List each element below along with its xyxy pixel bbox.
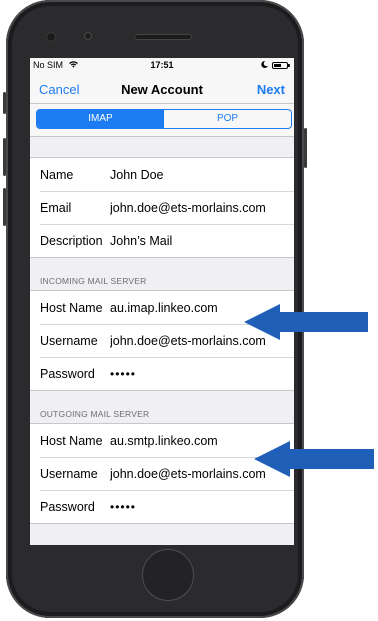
protocol-selector-bar: IMAP POP [30,104,294,137]
outgoing-header-text: OUTGOING MAIL SERVER [40,409,150,419]
description-row[interactable]: Description John’s Mail [30,224,294,257]
protocol-segmented-control: IMAP POP [36,109,292,129]
arrow-incoming-host-icon [244,304,368,340]
outgoing-password-label: Password [40,499,95,514]
status-indicators [261,60,290,70]
cancel-button[interactable]: Cancel [39,82,79,97]
segment-pop[interactable]: POP [164,110,291,128]
segment-imap[interactable]: IMAP [37,110,164,128]
volume-up-button [3,138,6,176]
incoming-password-row[interactable]: Password ••••• [30,357,294,390]
outgoing-username-label: Username [40,466,98,481]
outgoing-password-field[interactable]: ••••• [110,500,294,514]
incoming-header-text: INCOMING MAIL SERVER [40,276,147,286]
incoming-section-header: INCOMING MAIL SERVER [30,258,294,290]
status-time: 17:51 [150,60,174,70]
home-button[interactable] [142,549,194,601]
outgoing-section-header: OUTGOING MAIL SERVER [30,391,294,423]
front-camera [84,32,92,40]
name-label: Name [40,167,74,182]
email-field[interactable]: john.doe@ets-morlains.com [110,201,294,215]
outgoing-password-row[interactable]: Password ••••• [30,490,294,523]
section-spacer [30,137,294,157]
status-bar: No SIM 17:51 [30,58,294,73]
outgoing-host-label: Host Name [40,433,103,448]
name-row[interactable]: Name John Doe [30,158,294,191]
email-label: Email [40,200,72,215]
description-label: Description [40,233,103,248]
power-button [304,128,307,168]
incoming-password-label: Password [40,366,95,381]
account-info-group: Name John Doe Email john.doe@ets-morlain… [30,157,294,258]
next-button[interactable]: Next [257,82,285,97]
proximity-sensor [46,32,56,42]
mute-switch [3,92,6,114]
incoming-password-field[interactable]: ••••• [110,367,294,381]
volume-down-button [3,188,6,226]
email-row[interactable]: Email john.doe@ets-morlains.com [30,191,294,224]
bottom-spacer [30,524,294,544]
battery-icon [272,61,290,69]
name-field[interactable]: John Doe [110,168,294,182]
description-field[interactable]: John’s Mail [110,234,294,248]
arrow-outgoing-host-icon [254,441,374,477]
moon-icon [261,60,268,70]
incoming-username-label: Username [40,333,98,348]
incoming-host-label: Host Name [40,300,103,315]
navigation-bar: Cancel New Account Next [30,73,294,104]
earpiece-speaker [134,34,192,40]
